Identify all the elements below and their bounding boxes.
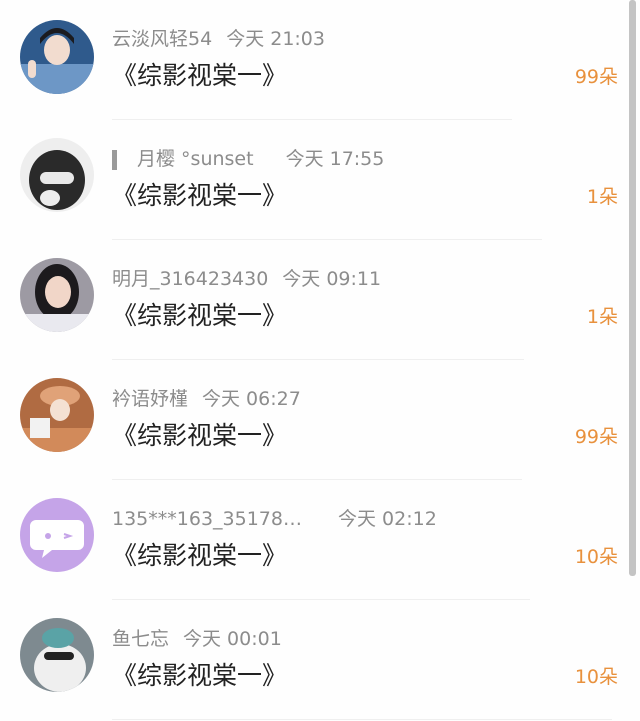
list-item[interactable]: 135***163_35178… 今天 02:12 《综影视棠一》 10朵 [0,480,626,600]
item-title[interactable]: 《综影视棠一》 [112,56,287,92]
avatar-hat-person-icon[interactable] [20,378,94,452]
flower-count: 1朵 [586,186,618,208]
flower-count: 99朵 [574,66,618,88]
list-item[interactable]: 衿语妤槿 今天 06:27 《综影视棠一》 99朵 [0,360,626,480]
user-meta: 鱼七忘 今天 00:01 [112,624,282,651]
item-title[interactable]: 《综影视棠一》 [112,296,287,332]
flower-count: 99朵 [574,426,618,448]
list-item[interactable]: 云淡风轻54 今天 21:03 《综影视棠一》 99朵 [0,0,626,120]
user-meta: 明月_316423430 今天 09:11 [112,264,381,291]
user-meta: 月樱 °sunset 今天 17:55 [112,144,384,171]
gift-record-list: 云淡风轻54 今天 21:03 《综影视棠一》 99朵 月樱 °sunset 今天 … [0,0,640,721]
avatar-cat-sunglasses-icon[interactable] [20,618,94,692]
item-title[interactable]: 《综影视棠一》 [112,656,287,692]
user-name[interactable]: 鱼七忘 [112,628,169,650]
user-meta: 衿语妤槿 今天 06:27 [112,384,301,411]
marker-bar [112,149,117,170]
item-title[interactable]: 《综影视棠一》 [112,536,287,572]
timestamp: 今天 09:11 [282,268,382,290]
user-meta: 云淡风轻54 今天 21:03 [112,24,325,51]
list-item[interactable]: 明月_316423430 今天 09:11 《综影视棠一》 1朵 [0,240,626,360]
user-name[interactable]: 135***163_35178… [112,508,302,530]
timestamp: 今天 02:12 [337,508,437,530]
avatar-boy-peace-sign-icon[interactable] [20,20,94,94]
user-name[interactable]: 云淡风轻54 [112,28,212,50]
list-item[interactable]: 月樱 °sunset 今天 17:55 《综影视棠一》 1朵 [0,120,626,240]
user-meta: 135***163_35178… 今天 02:12 [112,504,437,531]
flower-count: 1朵 [586,306,618,328]
flower-count: 10朵 [574,546,618,568]
divider [112,719,612,720]
timestamp: 今天 06:27 [202,388,301,410]
flower-count: 10朵 [574,666,618,688]
user-name[interactable]: 衿语妤槿 [112,388,188,410]
user-name[interactable]: 月樱 °sunset [137,148,254,170]
user-name[interactable]: 明月_316423430 [112,268,268,290]
item-title[interactable]: 《综影视棠一》 [112,176,287,212]
scrollbar[interactable] [629,0,636,576]
item-title[interactable]: 《综影视棠一》 [112,416,287,452]
list-item[interactable]: 鱼七忘 今天 00:01 《综影视棠一》 10朵 [0,600,626,720]
avatar-girl-portrait-icon[interactable] [20,258,94,332]
timestamp: 今天 17:55 [285,148,385,170]
avatar-masked-person-icon[interactable] [20,138,94,212]
timestamp: 今天 21:03 [226,28,325,50]
avatar-chat-bubble-icon[interactable] [20,498,94,572]
timestamp: 今天 00:01 [183,628,282,650]
